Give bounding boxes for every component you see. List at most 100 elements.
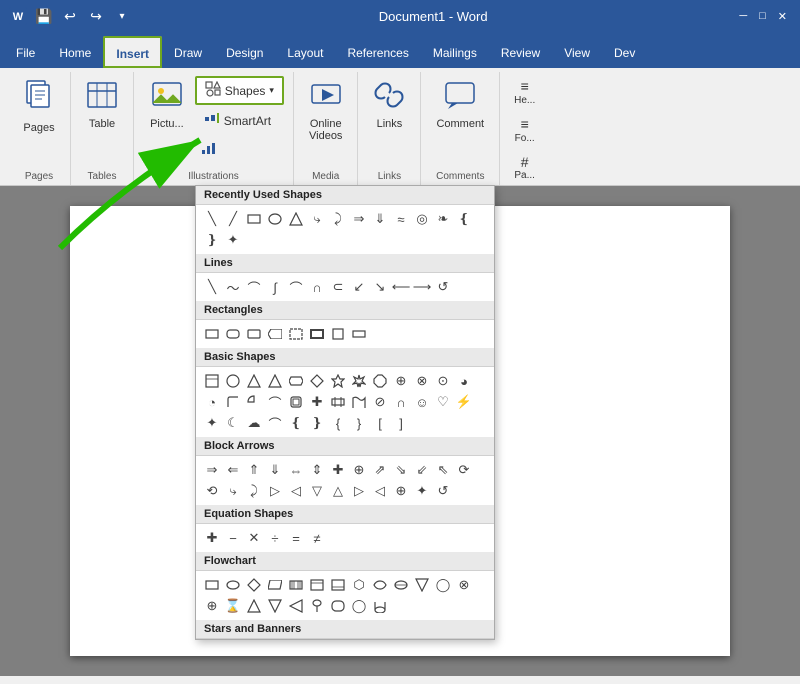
tab-insert[interactable]: Insert	[103, 36, 162, 68]
pictures-button[interactable]: Pictu...	[143, 74, 191, 135]
shape-item[interactable]: ⌒	[265, 413, 285, 433]
shape-item[interactable]	[244, 392, 264, 412]
shape-item[interactable]: ⊕	[391, 481, 411, 501]
shape-item[interactable]: △	[328, 481, 348, 501]
shape-item[interactable]: ✦	[223, 230, 243, 250]
shape-item[interactable]	[349, 324, 369, 344]
customize-quick-access-button[interactable]: ▾	[112, 6, 132, 26]
tab-references[interactable]: References	[335, 36, 420, 68]
smartart-button[interactable]: SmartArt	[195, 107, 284, 134]
tab-review[interactable]: Review	[489, 36, 552, 68]
shape-item[interactable]: ⌒	[286, 277, 306, 297]
shape-item[interactable]	[370, 371, 390, 391]
header-button[interactable]: ≡ He...	[508, 74, 541, 110]
shape-item[interactable]: ]	[391, 413, 411, 433]
shape-item[interactable]: ⬡	[349, 575, 369, 595]
shape-item[interactable]: ⇓	[265, 460, 285, 480]
table-button[interactable]: Table	[79, 74, 125, 135]
shape-item[interactable]: ▽	[307, 481, 327, 501]
shape-item[interactable]: ☺	[412, 392, 432, 412]
shape-item[interactable]: ⇗	[370, 460, 390, 480]
shape-item[interactable]	[307, 575, 327, 595]
shape-item[interactable]: ⚡	[454, 392, 474, 412]
shape-item[interactable]: ◔	[202, 392, 222, 412]
shape-item[interactable]	[370, 596, 390, 616]
tab-dev[interactable]: Dev	[602, 36, 647, 68]
shape-item[interactable]: −	[223, 528, 243, 548]
shape-item[interactable]: ◁	[286, 481, 306, 501]
shape-item[interactable]: ⊕	[349, 460, 369, 480]
shape-item[interactable]	[328, 392, 348, 412]
shape-item[interactable]: ⌛	[223, 596, 243, 616]
shape-item[interactable]: ⊕	[391, 371, 411, 391]
shape-item[interactable]: ⊙	[433, 371, 453, 391]
shape-item[interactable]: ⇖	[433, 460, 453, 480]
shape-item[interactable]: ✚	[202, 528, 222, 548]
shape-item[interactable]: ⇑	[244, 460, 264, 480]
shape-item[interactable]: ╲	[202, 277, 222, 297]
chart-button[interactable]	[195, 136, 284, 163]
shape-item[interactable]: ❴	[286, 413, 306, 433]
tab-home[interactable]: Home	[47, 36, 103, 68]
shape-item[interactable]: ⇙	[412, 460, 432, 480]
shape-item[interactable]: ⇕	[307, 460, 327, 480]
shape-item[interactable]	[265, 324, 285, 344]
footer-button[interactable]: ≡ Fo...	[508, 112, 541, 148]
shape-item[interactable]	[244, 371, 264, 391]
shape-item[interactable]: ↺	[433, 277, 453, 297]
shape-item[interactable]: ÷	[265, 528, 285, 548]
shape-item[interactable]: ∩	[391, 392, 411, 412]
shape-item[interactable]: ╲	[202, 209, 222, 229]
shape-item[interactable]	[244, 596, 264, 616]
shape-item[interactable]: ∩	[307, 277, 327, 297]
shape-item[interactable]	[244, 324, 264, 344]
tab-design[interactable]: Design	[214, 36, 275, 68]
shapes-button[interactable]: Shapes ▾	[195, 76, 284, 105]
shape-item[interactable]: ▷	[349, 481, 369, 501]
shape-item[interactable]: ∫	[265, 277, 285, 297]
shape-item[interactable]: ⤸	[328, 209, 348, 229]
shape-item[interactable]: ⤸	[244, 481, 264, 501]
shape-item[interactable]: ✦	[412, 481, 432, 501]
shape-item[interactable]	[412, 575, 432, 595]
close-button[interactable]: ✕	[773, 8, 792, 25]
minimize-button[interactable]: ─	[734, 8, 752, 25]
shape-item[interactable]: ⤷	[307, 209, 327, 229]
shape-item[interactable]: ❴	[454, 209, 474, 229]
shape-item[interactable]: ↙	[349, 277, 369, 297]
shape-item[interactable]: ✦	[202, 413, 222, 433]
shape-item[interactable]: ⊂	[328, 277, 348, 297]
shape-item[interactable]: ⇔	[286, 460, 306, 480]
links-button[interactable]: Links	[366, 74, 412, 135]
shape-item[interactable]	[391, 575, 411, 595]
shape-item[interactable]: ✚	[328, 460, 348, 480]
shape-item[interactable]: ⟶	[412, 277, 432, 297]
shape-item[interactable]: ≈	[391, 209, 411, 229]
shape-item[interactable]: ↺	[433, 481, 453, 501]
shape-item[interactable]: ⟵	[391, 277, 411, 297]
shape-item[interactable]: ↘	[370, 277, 390, 297]
tab-mailings[interactable]: Mailings	[421, 36, 489, 68]
shape-item[interactable]: ☁	[244, 413, 264, 433]
shape-item[interactable]: ⊗	[412, 371, 432, 391]
shape-item[interactable]	[244, 575, 264, 595]
shape-item[interactable]: {	[328, 413, 348, 433]
shape-item[interactable]	[223, 392, 243, 412]
shape-item[interactable]	[265, 575, 285, 595]
shape-item[interactable]	[286, 209, 306, 229]
shape-item[interactable]	[265, 371, 285, 391]
shape-item[interactable]: ⊘	[370, 392, 390, 412]
shape-item[interactable]	[286, 371, 306, 391]
shape-item[interactable]	[328, 371, 348, 391]
shape-item[interactable]: ⊕	[202, 596, 222, 616]
shape-item[interactable]	[307, 596, 327, 616]
shape-item[interactable]: ⇓	[370, 209, 390, 229]
tab-draw[interactable]: Draw	[162, 36, 214, 68]
shape-item[interactable]: ⇘	[391, 460, 411, 480]
shape-item[interactable]: ▷	[265, 481, 285, 501]
comment-button[interactable]: Comment	[429, 74, 491, 135]
save-button[interactable]: 💾	[34, 6, 54, 26]
shape-item[interactable]: ◯	[433, 575, 453, 595]
shape-item[interactable]	[223, 324, 243, 344]
tab-view[interactable]: View	[552, 36, 602, 68]
